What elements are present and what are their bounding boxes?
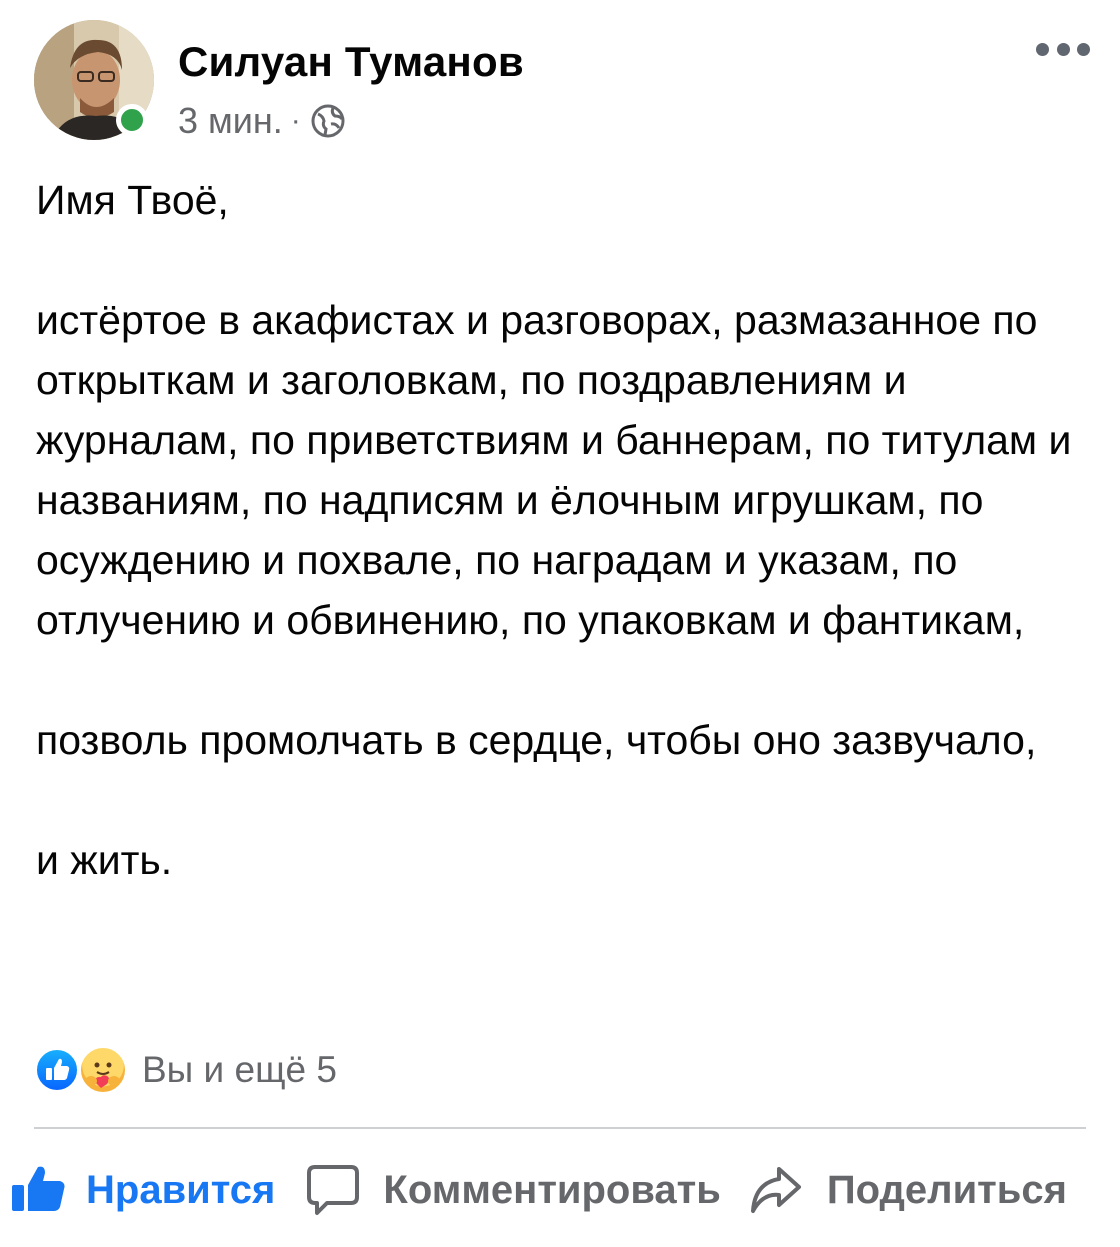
ellipsis-dot bbox=[1056, 42, 1070, 56]
post-meta: 3 мин. · bbox=[178, 100, 347, 142]
thumbs-up-icon bbox=[12, 1166, 65, 1211]
online-status-dot bbox=[116, 104, 148, 136]
comment-icon bbox=[307, 1165, 360, 1215]
post-paragraph: истёртое в акафистах и разговорах, разма… bbox=[36, 297, 1072, 643]
post-paragraph: и жить. bbox=[36, 837, 173, 883]
share-button[interactable]: Поделиться bbox=[749, 1165, 1067, 1215]
reactions-summary[interactable]: Вы и ещё 5 bbox=[34, 1044, 337, 1096]
post-paragraph: позволь промолчать в сердце, чтобы оно з… bbox=[36, 717, 1037, 763]
post-body: Имя Твоё, истёртое в акафистах и разгово… bbox=[36, 170, 1086, 890]
share-icon bbox=[750, 1167, 801, 1213]
meta-separator: · bbox=[290, 104, 301, 137]
reactions-count-text: Вы и ещё 5 bbox=[142, 1049, 337, 1090]
globe-icon[interactable] bbox=[309, 102, 347, 140]
reaction-icons bbox=[34, 1045, 134, 1095]
ellipsis-dot bbox=[1077, 42, 1090, 56]
care-reaction-icon bbox=[78, 1045, 128, 1095]
post-paragraph: Имя Твоё, bbox=[36, 177, 229, 223]
post-actions-bar: Нравится Комментировать Поделиться bbox=[10, 1158, 1067, 1222]
comment-button[interactable]: Комментировать bbox=[305, 1163, 721, 1217]
like-reaction-icon bbox=[34, 1047, 80, 1093]
author-name[interactable]: Силуан Туманов bbox=[178, 38, 524, 86]
more-options-button[interactable] bbox=[1036, 38, 1090, 60]
share-label: Поделиться bbox=[826, 1167, 1067, 1212]
like-button[interactable]: Нравится bbox=[10, 1161, 275, 1219]
like-label: Нравится bbox=[86, 1167, 276, 1212]
post-card: Силуан Туманов 3 мин. · Имя Твоё, истёрт… bbox=[0, 0, 1120, 1247]
divider bbox=[34, 1127, 1086, 1129]
ellipsis-icon bbox=[1036, 42, 1049, 56]
comment-label: Комментировать bbox=[383, 1167, 721, 1212]
post-time[interactable]: 3 мин. bbox=[178, 100, 283, 142]
